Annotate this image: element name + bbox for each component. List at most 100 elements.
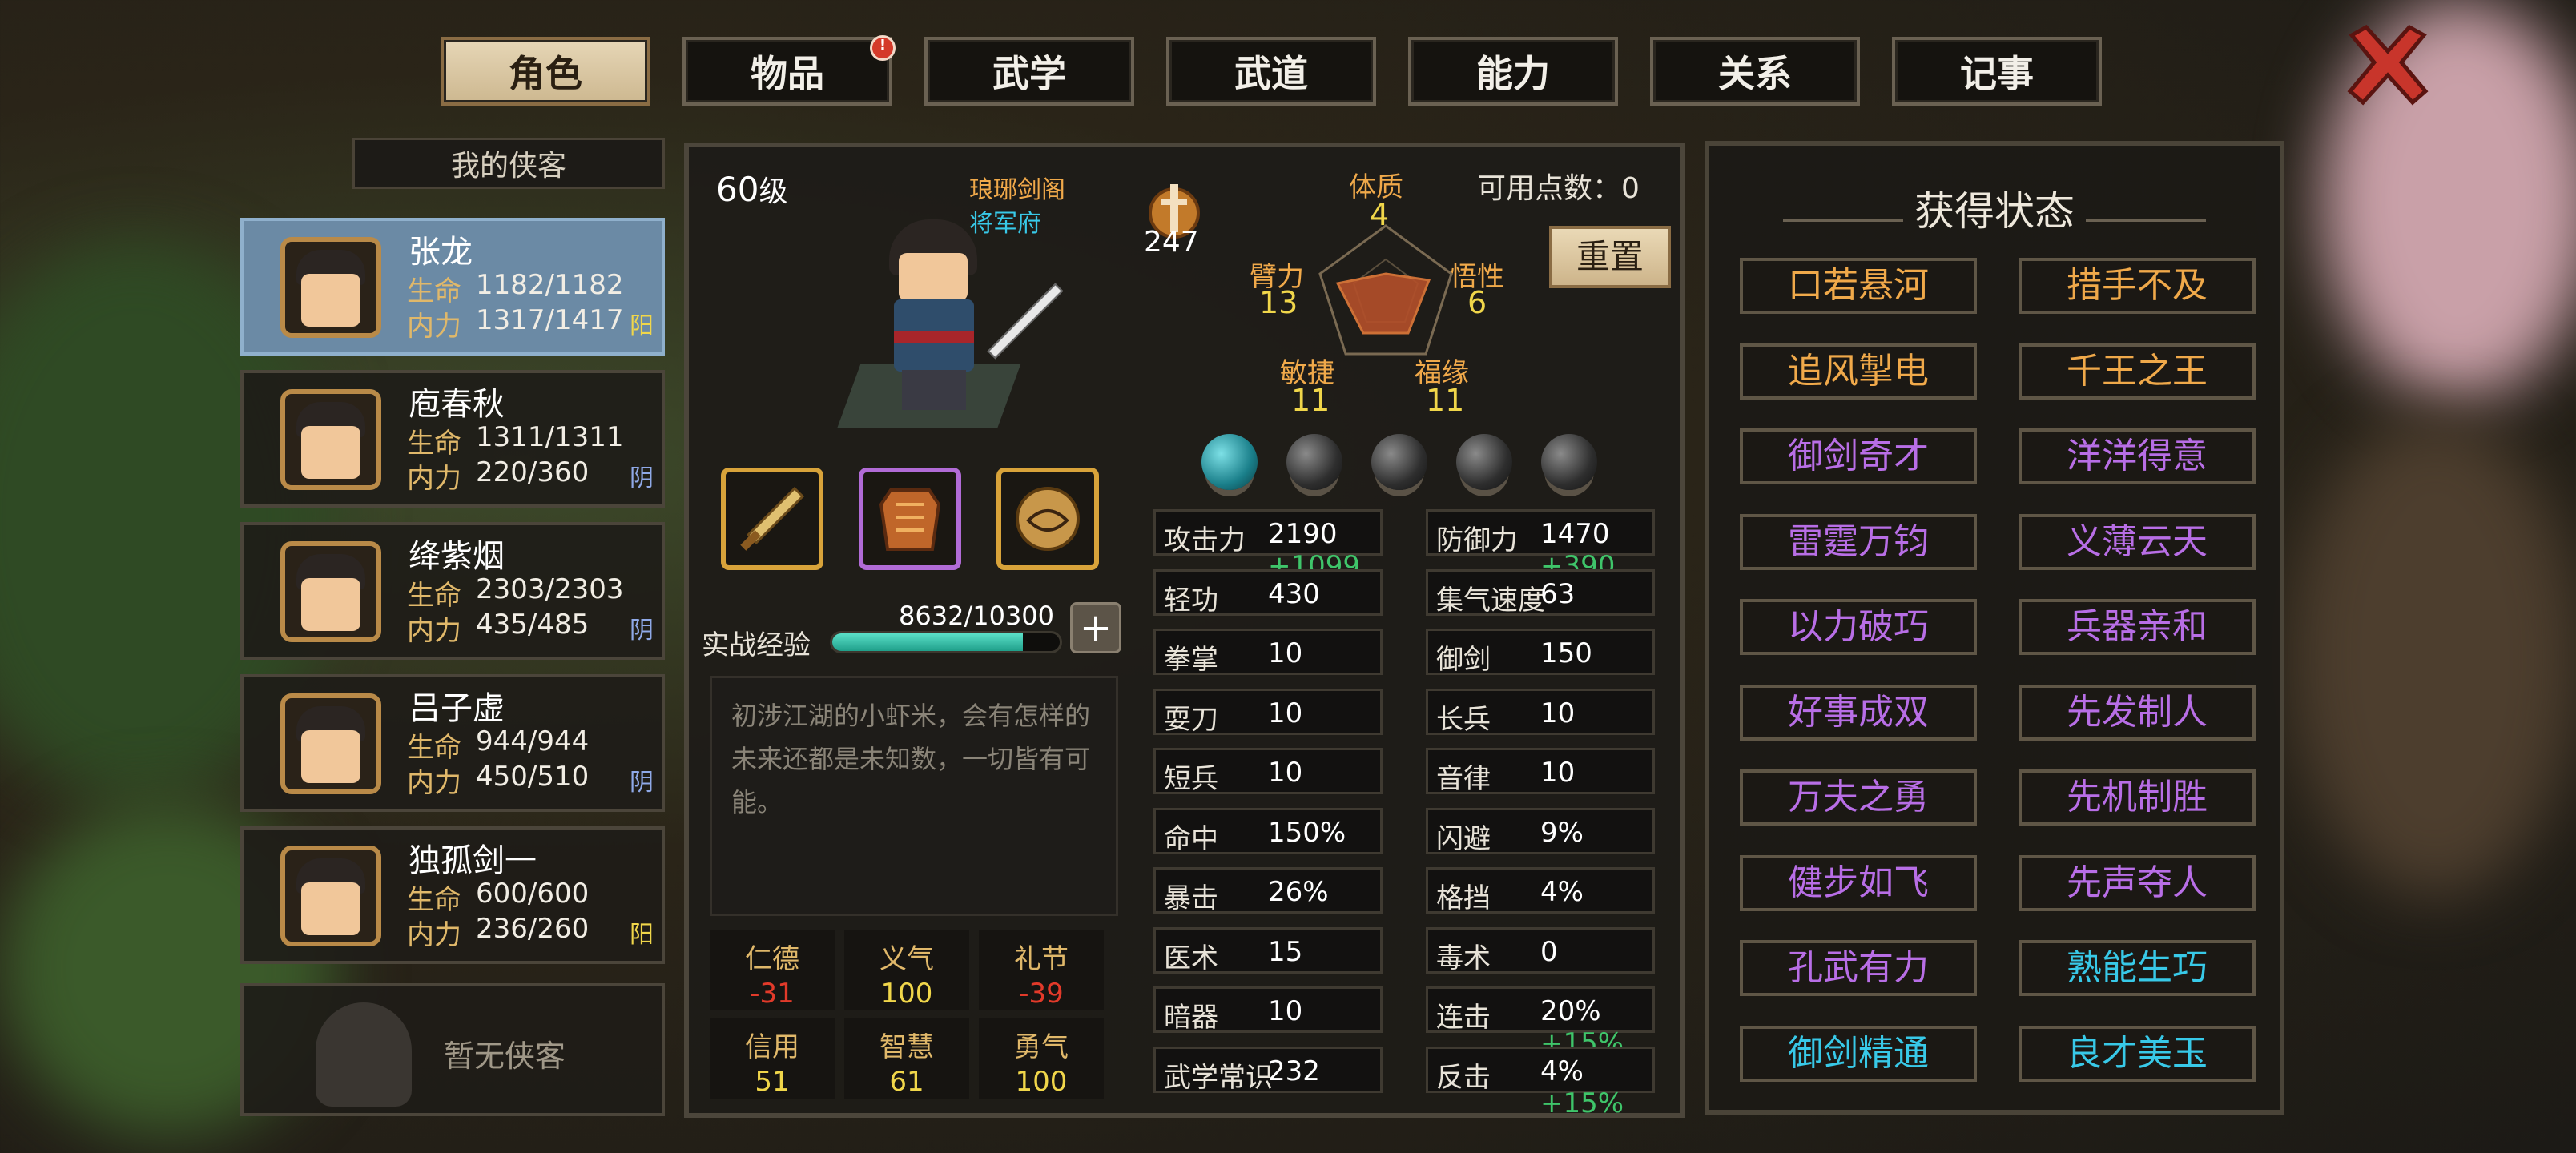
armor-slot[interactable] (859, 468, 961, 570)
stat-bonus: +15% (1540, 1087, 1624, 1119)
virtue-label: 仁德 (745, 943, 799, 975)
stat-row: 格挡 4% (1426, 867, 1655, 914)
buff-label: 御剑奇才 (1788, 436, 1929, 476)
stat-number: 10 (1540, 697, 1576, 729)
hp-value: 2303/2303 (476, 573, 624, 605)
buff-badge[interactable]: 御剑精通 (1740, 1025, 1977, 1082)
weapon-slot[interactable] (721, 468, 823, 570)
stat-number: 10 (1540, 757, 1576, 789)
buff-label: 先机制胜 (2067, 777, 2208, 818)
buff-label: 先声夺人 (2067, 862, 2208, 903)
stat-row: 轻功 430 (1153, 568, 1383, 617)
buff-badge[interactable]: 义薄云天 (2019, 513, 2256, 570)
reset-button[interactable]: 重置 (1549, 226, 1671, 288)
member-name: 吕子虚 (409, 690, 505, 727)
stat-label: 命中 (1164, 822, 1218, 855)
tab-5[interactable]: 关系 (1650, 37, 1860, 106)
buff-badge[interactable]: 良才美玉 (2019, 1025, 2256, 1082)
virtue-label: 智慧 (879, 1031, 934, 1063)
roster-card[interactable]: 吕子虚 生命 944/944 内力 450/510 阴 (240, 674, 665, 812)
empty-roster-slot[interactable]: 暂无侠客 (240, 983, 665, 1116)
skill-orb-active-icon[interactable] (1201, 434, 1258, 490)
stat-label: 耍刀 (1164, 703, 1218, 736)
mp-value: 435/485 (476, 609, 590, 641)
hp-label: 生命 (407, 732, 461, 764)
skill-orb-empty-icon[interactable] (1456, 434, 1512, 490)
tab-6[interactable]: 记事 (1892, 37, 2102, 106)
avatar-face (301, 882, 360, 935)
buff-badge[interactable]: 健步如飞 (1740, 854, 1977, 911)
tab-label: 武道 (1234, 52, 1308, 95)
buff-badge[interactable]: 先发制人 (2019, 684, 2256, 741)
attribute-radar-chart (1318, 224, 1453, 356)
buff-badge[interactable]: 以力破巧 (1740, 599, 1977, 655)
accessory-icon (1016, 487, 1080, 551)
buff-badge[interactable]: 口若悬河 (1740, 258, 1977, 314)
buff-label: 追风掣电 (1788, 350, 1929, 392)
buff-badge[interactable]: 措手不及 (2019, 258, 2256, 314)
stat-value: 10 (1268, 757, 1302, 789)
tab-1[interactable]: 物品! (682, 35, 896, 106)
stat-value: 0 (1540, 936, 1558, 968)
mp-value: 1317/1417 (476, 304, 624, 336)
roster-card[interactable]: 独孤剑一 生命 600/600 内力 236/260 阳 (240, 826, 665, 964)
reset-button-label: 重置 (1576, 237, 1644, 276)
exp-add-button[interactable]: + (1070, 602, 1121, 653)
roster-card[interactable]: 庖春秋 生命 1311/1311 内力 220/360 阴 (240, 370, 665, 508)
tab-4[interactable]: 能力 (1408, 37, 1618, 106)
skill-orb-empty-icon[interactable] (1286, 434, 1342, 490)
skill-orb-empty-icon[interactable] (1371, 434, 1427, 490)
hp-label: 生命 (407, 428, 461, 460)
stat-label: 拳掌 (1164, 644, 1218, 676)
tab-0[interactable]: 角色 (441, 37, 650, 106)
skill-orb-empty-icon[interactable] (1541, 434, 1597, 490)
sword-icon (740, 486, 805, 551)
avatar-face (301, 426, 360, 479)
buff-badge[interactable]: 洋洋得意 (2019, 428, 2256, 484)
roster-card[interactable]: 张龙 生命 1182/1182 内力 1317/1417 阳 (240, 218, 665, 356)
buff-badge[interactable]: 御剑奇才 (1740, 428, 1977, 484)
buff-badge[interactable]: 熟能生巧 (2019, 940, 2256, 996)
buff-badge[interactable]: 千王之王 (2019, 343, 2256, 400)
alignment-badge: 阳 (630, 921, 654, 949)
buff-label: 先发制人 (2067, 691, 2208, 733)
buff-badge[interactable]: 先机制胜 (2019, 769, 2256, 826)
accessory-slot[interactable] (996, 468, 1099, 570)
buff-badge[interactable]: 先声夺人 (2019, 854, 2256, 911)
stat-row: 御剑 150 (1426, 629, 1655, 676)
stat-value: 26% (1268, 876, 1329, 908)
stat-value: 10 (1268, 697, 1302, 729)
close-icon[interactable] (2344, 21, 2432, 109)
stat-row: 毒术 0 (1426, 926, 1655, 974)
tab-3[interactable]: 武道 (1166, 37, 1376, 106)
roster-card[interactable]: 绛紫烟 生命 2303/2303 内力 435/485 阴 (240, 522, 665, 660)
stat-row: 暗器 10 (1153, 986, 1383, 1034)
buff-badge[interactable]: 好事成双 (1740, 684, 1977, 741)
roster-header-label: 我的侠客 (450, 150, 566, 183)
buff-label: 兵器亲和 (2067, 606, 2208, 647)
stat-row: 集气速度 63 (1426, 568, 1655, 617)
tab-2[interactable]: 武学 (924, 37, 1134, 106)
virtue-cell: 智慧 61 (844, 1018, 969, 1099)
buff-badge[interactable]: 追风掣电 (1740, 343, 1977, 400)
stat-label: 连击 (1436, 1002, 1491, 1034)
attr-minjie-value: 11 (1291, 383, 1330, 418)
stat-label: 反击 (1436, 1061, 1491, 1094)
stat-value: 4% +15% (1540, 1055, 1652, 1119)
buff-badge[interactable]: 万夫之勇 (1740, 769, 1977, 826)
tab-label: 关系 (1718, 52, 1792, 95)
stat-value: 15 (1268, 936, 1302, 968)
avatar-face (301, 578, 360, 631)
virtue-value: 51 (755, 1066, 790, 1098)
buff-label: 义薄云天 (2067, 520, 2208, 562)
tab-label: 物品 (751, 52, 824, 95)
stat-value: 9% (1540, 817, 1584, 849)
buff-label: 雷霆万钧 (1788, 520, 1929, 562)
buff-badge[interactable]: 兵器亲和 (2019, 599, 2256, 655)
buff-badge[interactable]: 雷霆万钧 (1740, 513, 1977, 570)
buff-badge[interactable]: 孔武有力 (1740, 940, 1977, 996)
mp-value: 450/510 (476, 761, 590, 793)
mp-label: 内力 (407, 767, 461, 799)
avatar-face (301, 274, 360, 327)
stat-value: 10 (1540, 697, 1575, 729)
